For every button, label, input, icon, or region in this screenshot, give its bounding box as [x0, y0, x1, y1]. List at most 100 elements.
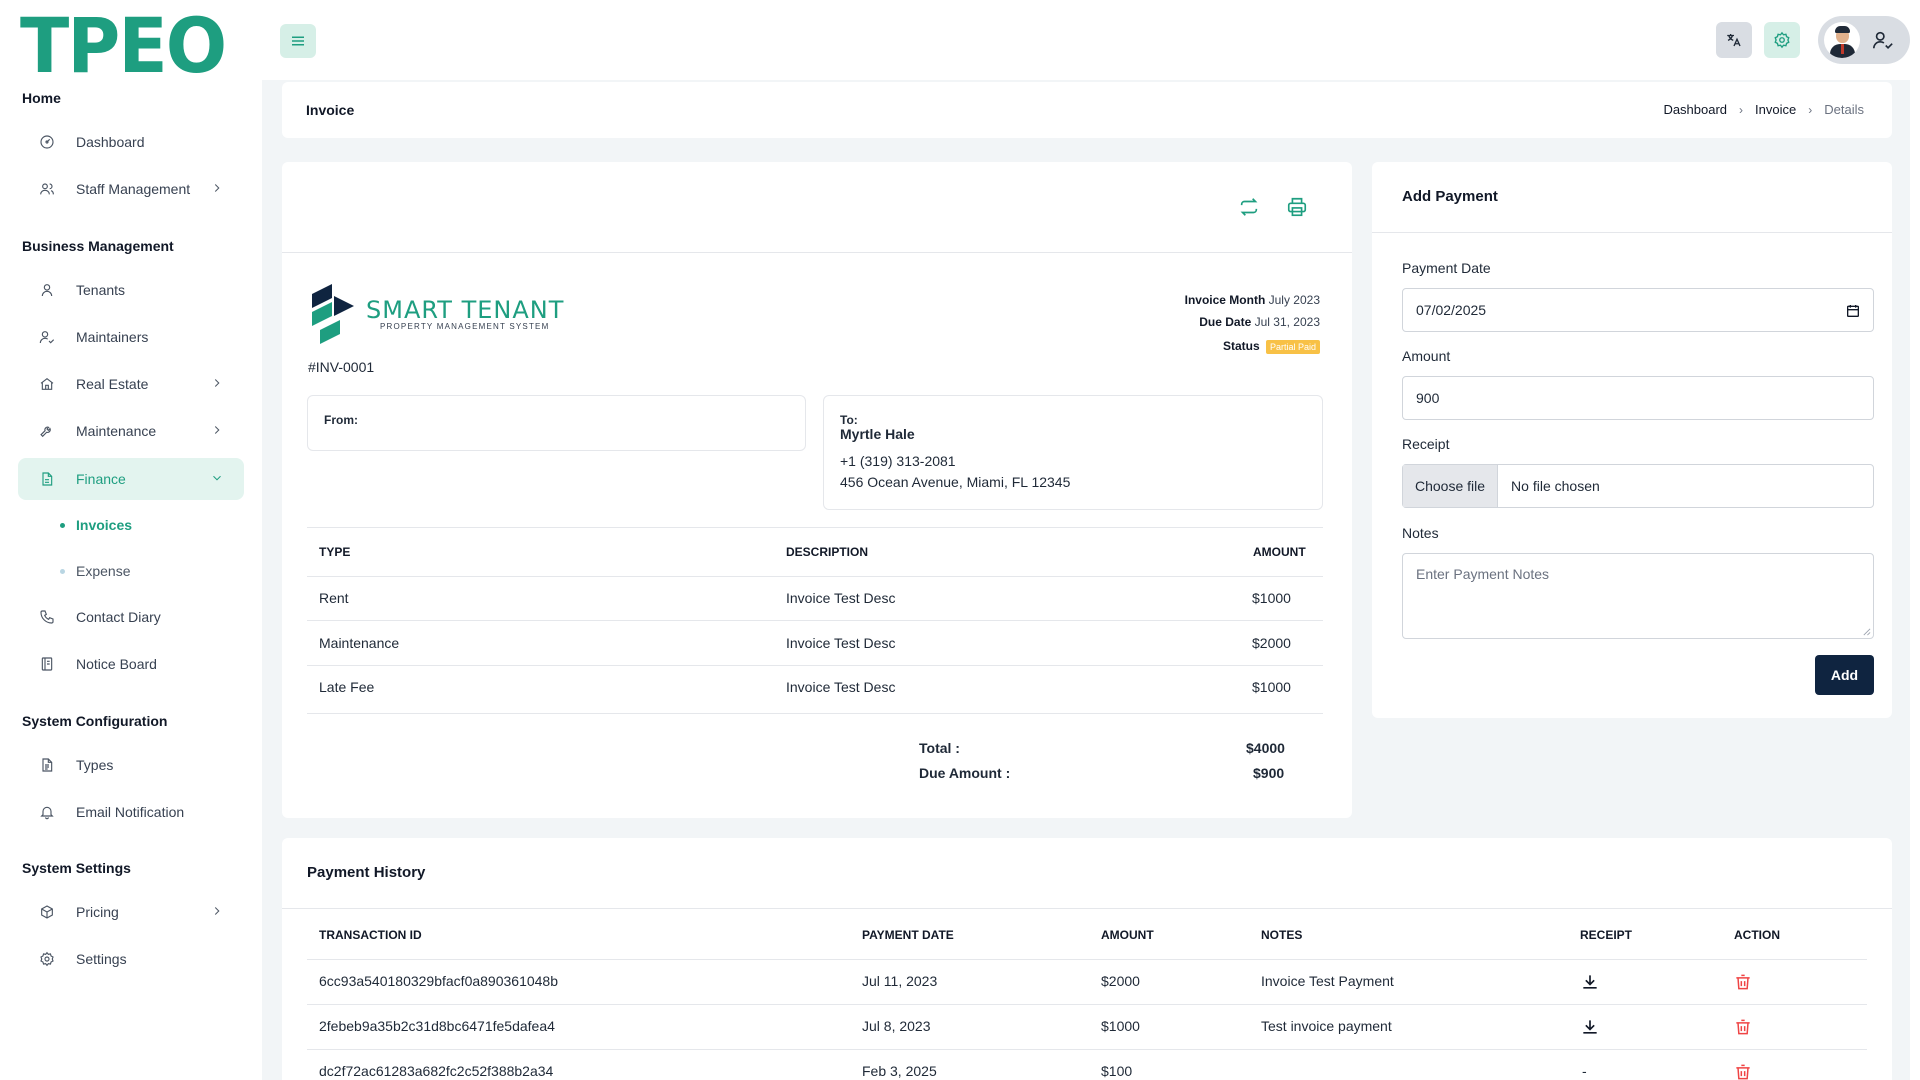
- trash-icon[interactable]: [1733, 1017, 1753, 1037]
- status-row: Status Partial Paid: [1223, 339, 1320, 354]
- sidebar-item-settings[interactable]: Settings: [18, 938, 244, 980]
- invoice-row-description: Invoice Test Desc: [786, 679, 896, 695]
- user-check-icon: [38, 328, 56, 346]
- divider: [282, 252, 1352, 253]
- to-box: To: Myrtle Hale +1 (319) 313-2081 456 Oc…: [823, 395, 1323, 510]
- user-menu-button[interactable]: [1818, 16, 1910, 64]
- history-row-notes: Invoice Test Payment: [1261, 973, 1394, 989]
- sidebar-item-finance[interactable]: Finance: [18, 458, 244, 500]
- divider: [307, 527, 1323, 528]
- history-row-date: Feb 3, 2025: [862, 1063, 937, 1079]
- chevron-right-icon: [210, 376, 224, 390]
- users-icon: [38, 180, 56, 198]
- chevron-down-icon: [210, 471, 224, 485]
- sidebar-item-maintenance[interactable]: Maintenance: [18, 410, 244, 452]
- choose-file-button[interactable]: Choose file: [1403, 465, 1499, 507]
- translate-icon: [1727, 34, 1741, 47]
- bell-icon: [38, 803, 56, 821]
- sidebar-item-tenants[interactable]: Tenants: [18, 269, 244, 311]
- sidebar-item-pricing[interactable]: Pricing: [18, 891, 244, 933]
- column-header-type: TYPE: [319, 545, 351, 559]
- invoice-month-value: July 2023: [1268, 293, 1320, 307]
- sidebar-subitem-label: Expense: [76, 563, 131, 579]
- settings-button[interactable]: [1764, 22, 1800, 58]
- trash-icon[interactable]: [1733, 1062, 1753, 1080]
- trash-icon[interactable]: [1733, 972, 1753, 992]
- notes-textarea[interactable]: Enter Payment Notes: [1402, 553, 1874, 639]
- receipt-label: Receipt: [1402, 436, 1450, 452]
- add-payment-title: Add Payment: [1402, 188, 1498, 205]
- sidebar-item-notice-board[interactable]: Notice Board: [18, 643, 244, 685]
- home-icon: [38, 375, 56, 393]
- resize-handle-icon[interactable]: [1862, 627, 1871, 636]
- sidebar-item-label: Maintenance: [76, 423, 157, 439]
- sidebar-item-types[interactable]: Types: [18, 744, 244, 786]
- due-amount-value: $900: [1253, 765, 1285, 781]
- tool-icon: [38, 422, 56, 440]
- avatar: [1824, 22, 1860, 58]
- chevron-right-icon: [210, 181, 224, 195]
- app-logo[interactable]: TPEO: [20, 8, 227, 84]
- user-check-icon: [1873, 31, 1893, 49]
- history-row-notes: Test invoice payment: [1261, 1018, 1392, 1034]
- history-row-receipt: -: [1582, 1063, 1587, 1079]
- invoice-month-label: Invoice Month: [1184, 293, 1266, 307]
- download-icon[interactable]: [1580, 972, 1600, 992]
- add-payment-button[interactable]: Add: [1815, 655, 1874, 695]
- payment-date-input[interactable]: 07/02/2025: [1402, 288, 1874, 332]
- total-value: $4000: [1246, 740, 1285, 756]
- refresh-button[interactable]: [1238, 196, 1264, 220]
- column-header-amount: AMOUNT: [1101, 928, 1154, 942]
- sidebar-subitem-invoices[interactable]: Invoices: [60, 517, 132, 533]
- invoice-row-description: Invoice Test Desc: [786, 590, 896, 606]
- sidebar-item-maintainers[interactable]: Maintainers: [18, 316, 244, 358]
- file-status-text: No file chosen: [1511, 478, 1600, 494]
- due-amount-label: Due Amount :: [919, 765, 1011, 781]
- due-date-value: Jul 31, 2023: [1254, 315, 1320, 329]
- sidebar-item-label: Finance: [76, 471, 126, 487]
- notebook-icon: [38, 655, 56, 673]
- chevron-right-icon: [210, 423, 224, 437]
- history-row-date: Jul 11, 2023: [862, 973, 938, 989]
- download-icon[interactable]: [1580, 1017, 1600, 1037]
- breadcrumb-invoice[interactable]: Invoice: [1755, 102, 1796, 117]
- sidebar-item-dashboard[interactable]: Dashboard: [18, 121, 244, 163]
- file-icon: [38, 470, 56, 488]
- calendar-icon[interactable]: [1845, 303, 1861, 319]
- history-row-date: Jul 8, 2023: [862, 1018, 931, 1034]
- status-label: Status: [1222, 339, 1260, 353]
- history-row-amount: $2000: [1101, 973, 1140, 989]
- due-date-label: Due Date: [1199, 315, 1252, 329]
- sidebar-item-label: Settings: [76, 951, 127, 967]
- sidebar-subitem-expense[interactable]: Expense: [60, 563, 130, 579]
- sidebar-item-email-notification[interactable]: Email Notification: [18, 791, 244, 833]
- receipt-file-input[interactable]: Choose file No file chosen: [1402, 464, 1874, 508]
- repeat-icon: [1240, 198, 1258, 216]
- invoice-number: #INV-0001: [308, 359, 375, 375]
- invoice-row-amount: $1000: [1252, 590, 1291, 606]
- to-label: To:: [840, 413, 858, 427]
- invoice-row-type: Rent: [319, 590, 349, 606]
- scrollbar-track[interactable]: [1910, 0, 1920, 1080]
- divider: [307, 959, 1867, 960]
- print-button[interactable]: [1286, 196, 1312, 220]
- amount-input[interactable]: 900: [1402, 376, 1874, 420]
- breadcrumb-dashboard[interactable]: Dashboard: [1663, 102, 1727, 117]
- status-badge: Partial Paid: [1265, 340, 1320, 354]
- language-button[interactable]: [1716, 22, 1752, 58]
- phone-icon: [38, 608, 56, 626]
- nav-section-business-management: Business Management: [22, 238, 174, 254]
- notes-label: Notes: [1402, 525, 1439, 541]
- invoice-row-amount: $2000: [1252, 635, 1291, 651]
- page-title: Invoice: [306, 102, 355, 118]
- column-header-receipt: RECEIPT: [1580, 928, 1633, 942]
- sidebar-item-real-estate[interactable]: Real Estate: [18, 363, 244, 405]
- divider: [307, 1049, 1867, 1050]
- topbar: [262, 0, 1920, 80]
- sidebar-item-staff-management[interactable]: Staff Management: [18, 168, 244, 210]
- divider: [307, 1004, 1867, 1005]
- menu-toggle-button[interactable]: [280, 24, 316, 58]
- sidebar-item-contact-diary[interactable]: Contact Diary: [18, 596, 244, 638]
- dashboard-icon: [38, 133, 56, 151]
- payment-history-title: Payment History: [307, 864, 426, 881]
